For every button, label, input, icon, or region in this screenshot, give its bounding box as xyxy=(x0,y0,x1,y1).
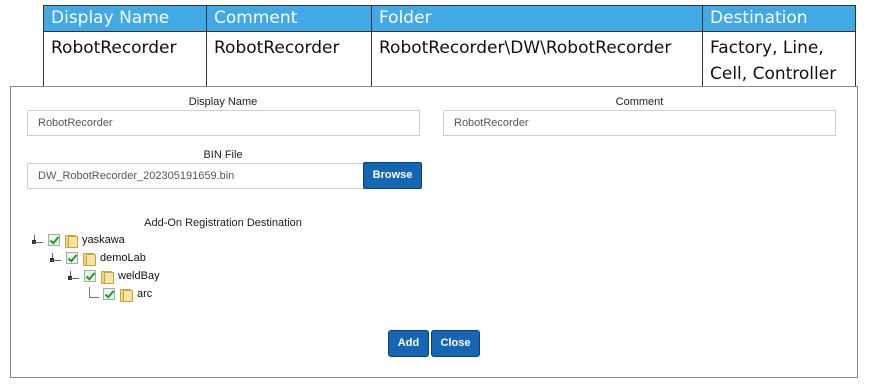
tree-expander-icon[interactable] xyxy=(67,269,81,283)
tree-node-label: yaskawa xyxy=(82,234,125,246)
header-folder: Folder xyxy=(371,5,703,32)
bin-file-label: BIN File xyxy=(203,149,243,161)
folder-icon xyxy=(101,270,114,284)
summary-table: Display Name Comment Folder Destination … xyxy=(43,5,856,90)
add-button[interactable]: Add xyxy=(388,330,429,357)
cell-destination: Factory, Line, Cell, Controller xyxy=(702,31,856,90)
cell-comment: RobotRecorder xyxy=(206,31,372,90)
table-row: RobotRecorder RobotRecorder RobotRecorde… xyxy=(43,31,856,90)
checkbox-checked-icon[interactable] xyxy=(48,234,60,246)
comment-input[interactable] xyxy=(443,110,836,136)
tree-node-weldbay[interactable]: weldBay xyxy=(67,268,160,284)
header-comment: Comment xyxy=(206,5,372,32)
comment-label: Comment xyxy=(615,96,664,108)
header-destination: Destination xyxy=(702,5,856,32)
destination-label: Add-On Registration Destination xyxy=(144,217,302,229)
browse-button[interactable]: Browse xyxy=(363,162,422,189)
header-display-name: Display Name xyxy=(43,5,207,32)
checkbox-checked-icon[interactable] xyxy=(66,252,78,264)
display-name-input[interactable] xyxy=(27,110,420,136)
folder-icon xyxy=(120,288,133,302)
cell-folder: RobotRecorder\DW\RobotRecorder xyxy=(371,31,703,90)
folder-icon xyxy=(65,234,78,248)
close-button[interactable]: Close xyxy=(431,330,480,357)
tree-node-arc[interactable]: arc xyxy=(86,286,152,302)
tree-expander-icon[interactable] xyxy=(49,251,63,265)
addon-registration-dialog: Display Name Comment BIN File Browse Add… xyxy=(10,86,858,378)
cell-destination-line2: Cell, Controller xyxy=(710,64,837,84)
tree-connector-icon xyxy=(86,287,100,301)
tree-node-demolab[interactable]: demoLab xyxy=(49,250,146,266)
folder-icon xyxy=(83,252,96,266)
checkbox-checked-icon[interactable] xyxy=(103,288,115,300)
tree-node-label: weldBay xyxy=(118,270,160,282)
tree-node-label: demoLab xyxy=(100,252,146,264)
cell-display-name: RobotRecorder xyxy=(43,31,207,90)
summary-header-row: Display Name Comment Folder Destination xyxy=(43,5,856,32)
tree-expander-icon[interactable] xyxy=(31,233,45,247)
cell-destination-line1: Factory, Line, xyxy=(710,38,824,58)
display-name-label: Display Name xyxy=(188,96,258,108)
tree-node-label: arc xyxy=(137,288,153,300)
checkbox-checked-icon[interactable] xyxy=(84,270,96,282)
bin-file-input[interactable] xyxy=(27,163,364,189)
tree-node-yaskawa[interactable]: yaskawa xyxy=(31,232,125,248)
